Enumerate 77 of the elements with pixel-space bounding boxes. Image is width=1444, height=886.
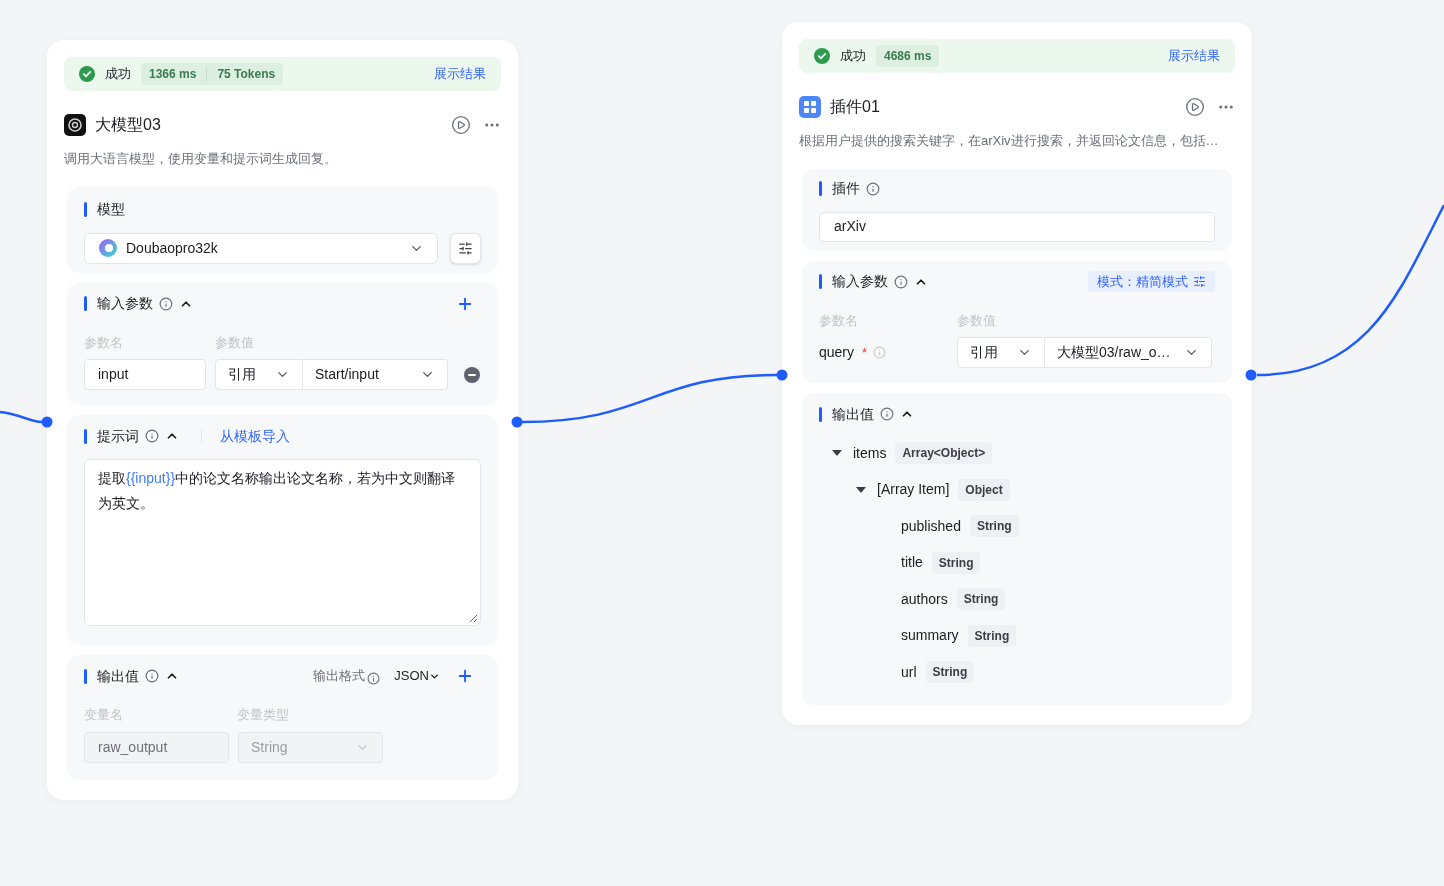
type-tag: String: [969, 515, 1019, 538]
remove-icon[interactable]: [464, 366, 480, 383]
import-template-link[interactable]: 从模板导入: [220, 425, 290, 447]
type-tag: Object: [958, 478, 1010, 501]
type-tag: String: [931, 551, 981, 574]
section-marker: [84, 202, 87, 217]
settings-button[interactable]: [450, 232, 481, 264]
show-result-link[interactable]: 展示结果: [434, 64, 486, 84]
field-name: title: [901, 553, 923, 573]
section-marker: [819, 181, 822, 196]
section-title: 输出值: [832, 404, 874, 424]
section-marker: [84, 296, 87, 311]
node-description: 调用大语言模型，使用变量和提示词生成回复。: [64, 150, 338, 168]
info-icon: [880, 407, 894, 421]
metric-text: 1366 ms: [149, 66, 197, 83]
node-title: 插件01: [830, 97, 880, 117]
section-title: 输出值: [97, 666, 139, 686]
info-icon: [145, 429, 159, 443]
type-tag: String: [967, 624, 1017, 647]
sliders-icon: [458, 240, 473, 256]
prompt-textarea[interactable]: 提取{{input}}中的论文名称输出论文名称，若为中文则翻译为英文。: [84, 459, 481, 626]
field-name: [Array Item]: [877, 480, 950, 500]
info-icon: [866, 181, 880, 196]
mode-button[interactable]: 模式：精简模式: [1088, 271, 1215, 292]
param-name: query: [819, 343, 855, 362]
info-icon: [159, 296, 173, 311]
source-select[interactable]: 引用: [957, 337, 1045, 368]
plugin-grid-icon: [799, 96, 821, 118]
status-label: 成功: [105, 65, 131, 84]
info-icon: [894, 274, 908, 289]
model-logo-icon: [98, 238, 118, 258]
resize-handle-icon[interactable]: [468, 613, 478, 623]
success-check-icon: [79, 66, 95, 82]
info-icon: [145, 669, 159, 683]
format-label: 输出格式: [313, 667, 366, 686]
field-name: published: [901, 516, 961, 536]
section-title: 模型: [97, 200, 125, 219]
field-name: summary: [901, 626, 959, 646]
add-icon[interactable]: [456, 667, 474, 685]
section-title: 插件: [832, 179, 860, 198]
field-name: items: [853, 443, 887, 463]
section-title: 提示词: [97, 426, 139, 446]
plugin-field[interactable]: arXiv: [819, 211, 1215, 242]
info-icon: [873, 346, 887, 359]
value-select[interactable]: Start/input: [303, 359, 448, 390]
source-select[interactable]: 引用: [215, 359, 303, 390]
sliders-icon: [1193, 275, 1206, 288]
metric-text: 75 Tokens: [217, 66, 276, 83]
section-marker: [819, 274, 822, 289]
param-name-field[interactable]: input: [84, 359, 206, 390]
type-tag: String: [925, 661, 975, 684]
model-logo-icon: [64, 114, 86, 136]
required-asterisk: *: [862, 343, 868, 362]
field-name: url: [901, 662, 917, 682]
section-title: 输入参数: [832, 272, 888, 291]
field-name: authors: [901, 589, 948, 609]
prompt-text: 提取{{input}}中的论文名称输出论文名称，若为中文则翻译为英文。: [98, 469, 457, 513]
show-result-link[interactable]: 展示结果: [1168, 46, 1220, 66]
connector-line: [0, 410, 43, 424]
section-marker: [819, 406, 822, 422]
metric-text: 4686 ms: [884, 48, 932, 65]
type-tag: Array<Object>: [895, 442, 993, 465]
format-select[interactable]: JSON: [394, 666, 440, 686]
node-title: 大模型03: [95, 115, 161, 135]
value-select[interactable]: 大模型03/raw_o…: [1045, 337, 1212, 368]
info-icon: [367, 671, 381, 685]
status-label: 成功: [840, 47, 866, 66]
type-tag: String: [956, 588, 1006, 611]
run-icon[interactable]: [1185, 97, 1205, 117]
section-marker: [84, 428, 87, 444]
success-check-icon: [814, 48, 830, 64]
section-title: 输入参数: [97, 294, 153, 313]
section-marker: [84, 668, 87, 684]
model-select[interactable]: Doubaopro32k: [84, 232, 438, 264]
node-card[interactable]: [782, 22, 1252, 725]
node-description: 根据用户提供的搜索关键字，在arXiv进行搜索，并返回论文信息，包括…: [799, 132, 1220, 150]
run-icon[interactable]: [451, 115, 471, 135]
